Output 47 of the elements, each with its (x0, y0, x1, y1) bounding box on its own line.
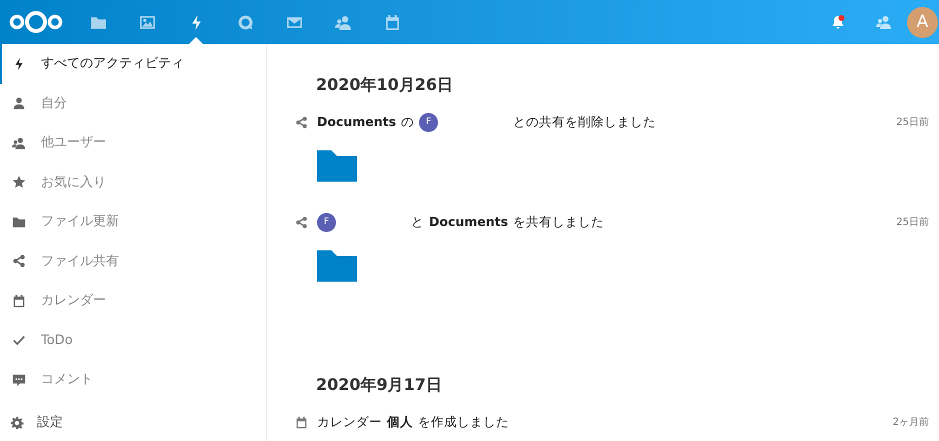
sidebar-item[interactable]: 他ユーザー (0, 123, 266, 162)
sidebar-item[interactable]: カレンダー (0, 281, 266, 320)
sidebar-item[interactable]: コメント (0, 360, 266, 400)
activity-text: と (411, 212, 424, 231)
star-icon (12, 175, 26, 190)
user-avatar[interactable]: A (907, 6, 938, 38)
object-name[interactable]: Documents (429, 212, 508, 232)
calendar-icon[interactable] (384, 14, 401, 30)
sidebar-item[interactable]: 自分 (0, 84, 266, 123)
timestamp: 25日前 (896, 216, 929, 230)
folder-icon (12, 214, 26, 229)
share-icon (295, 116, 308, 128)
person-icon (12, 96, 26, 110)
calendar-icon (12, 294, 26, 308)
share-icon (295, 216, 308, 228)
object-name[interactable]: 個人 (387, 412, 413, 432)
date-heading: 2020年10月26日 (315, 74, 454, 96)
comment-icon (12, 372, 26, 387)
timestamp: 2ヶ月前 (892, 416, 929, 430)
settings-icon (10, 416, 24, 430)
share-icon (12, 254, 26, 268)
calendar-icon (295, 416, 308, 428)
active-indicator-icon (189, 37, 203, 44)
timestamp: 25日前 (896, 116, 929, 130)
logo-icon[interactable] (8, 8, 64, 36)
activity-text: との共有を削除しました (513, 112, 656, 131)
activity-text: カレンダー (317, 412, 382, 431)
sidebar-item[interactable]: ファイル共有 (0, 242, 266, 281)
checkmark-icon (12, 333, 26, 348)
user-avatar[interactable]: F (317, 212, 336, 232)
image-icon[interactable] (139, 14, 156, 30)
people-icon (12, 136, 26, 150)
people-icon[interactable] (335, 14, 352, 30)
activity-text: を共有しました (513, 212, 604, 231)
activity-text: を作成しました (418, 412, 509, 431)
settings-button[interactable]: 設定 (0, 403, 266, 441)
chat-bubble-icon[interactable] (237, 14, 254, 30)
user-avatar[interactable]: F (419, 112, 438, 132)
sidebar-item[interactable]: ファイル更新 (0, 202, 266, 242)
bell-icon[interactable] (830, 14, 846, 30)
contacts-icon[interactable] (876, 14, 892, 30)
sidebar-item[interactable]: お気に入り (0, 162, 266, 202)
sidebar-item[interactable]: ToDo (0, 320, 266, 360)
object-name[interactable]: Documents (317, 112, 396, 132)
sidebar-item[interactable]: すべてのアクティビティ (0, 44, 266, 84)
date-heading: 2020年9月17日 (315, 374, 443, 396)
activity-text: の (401, 112, 414, 131)
